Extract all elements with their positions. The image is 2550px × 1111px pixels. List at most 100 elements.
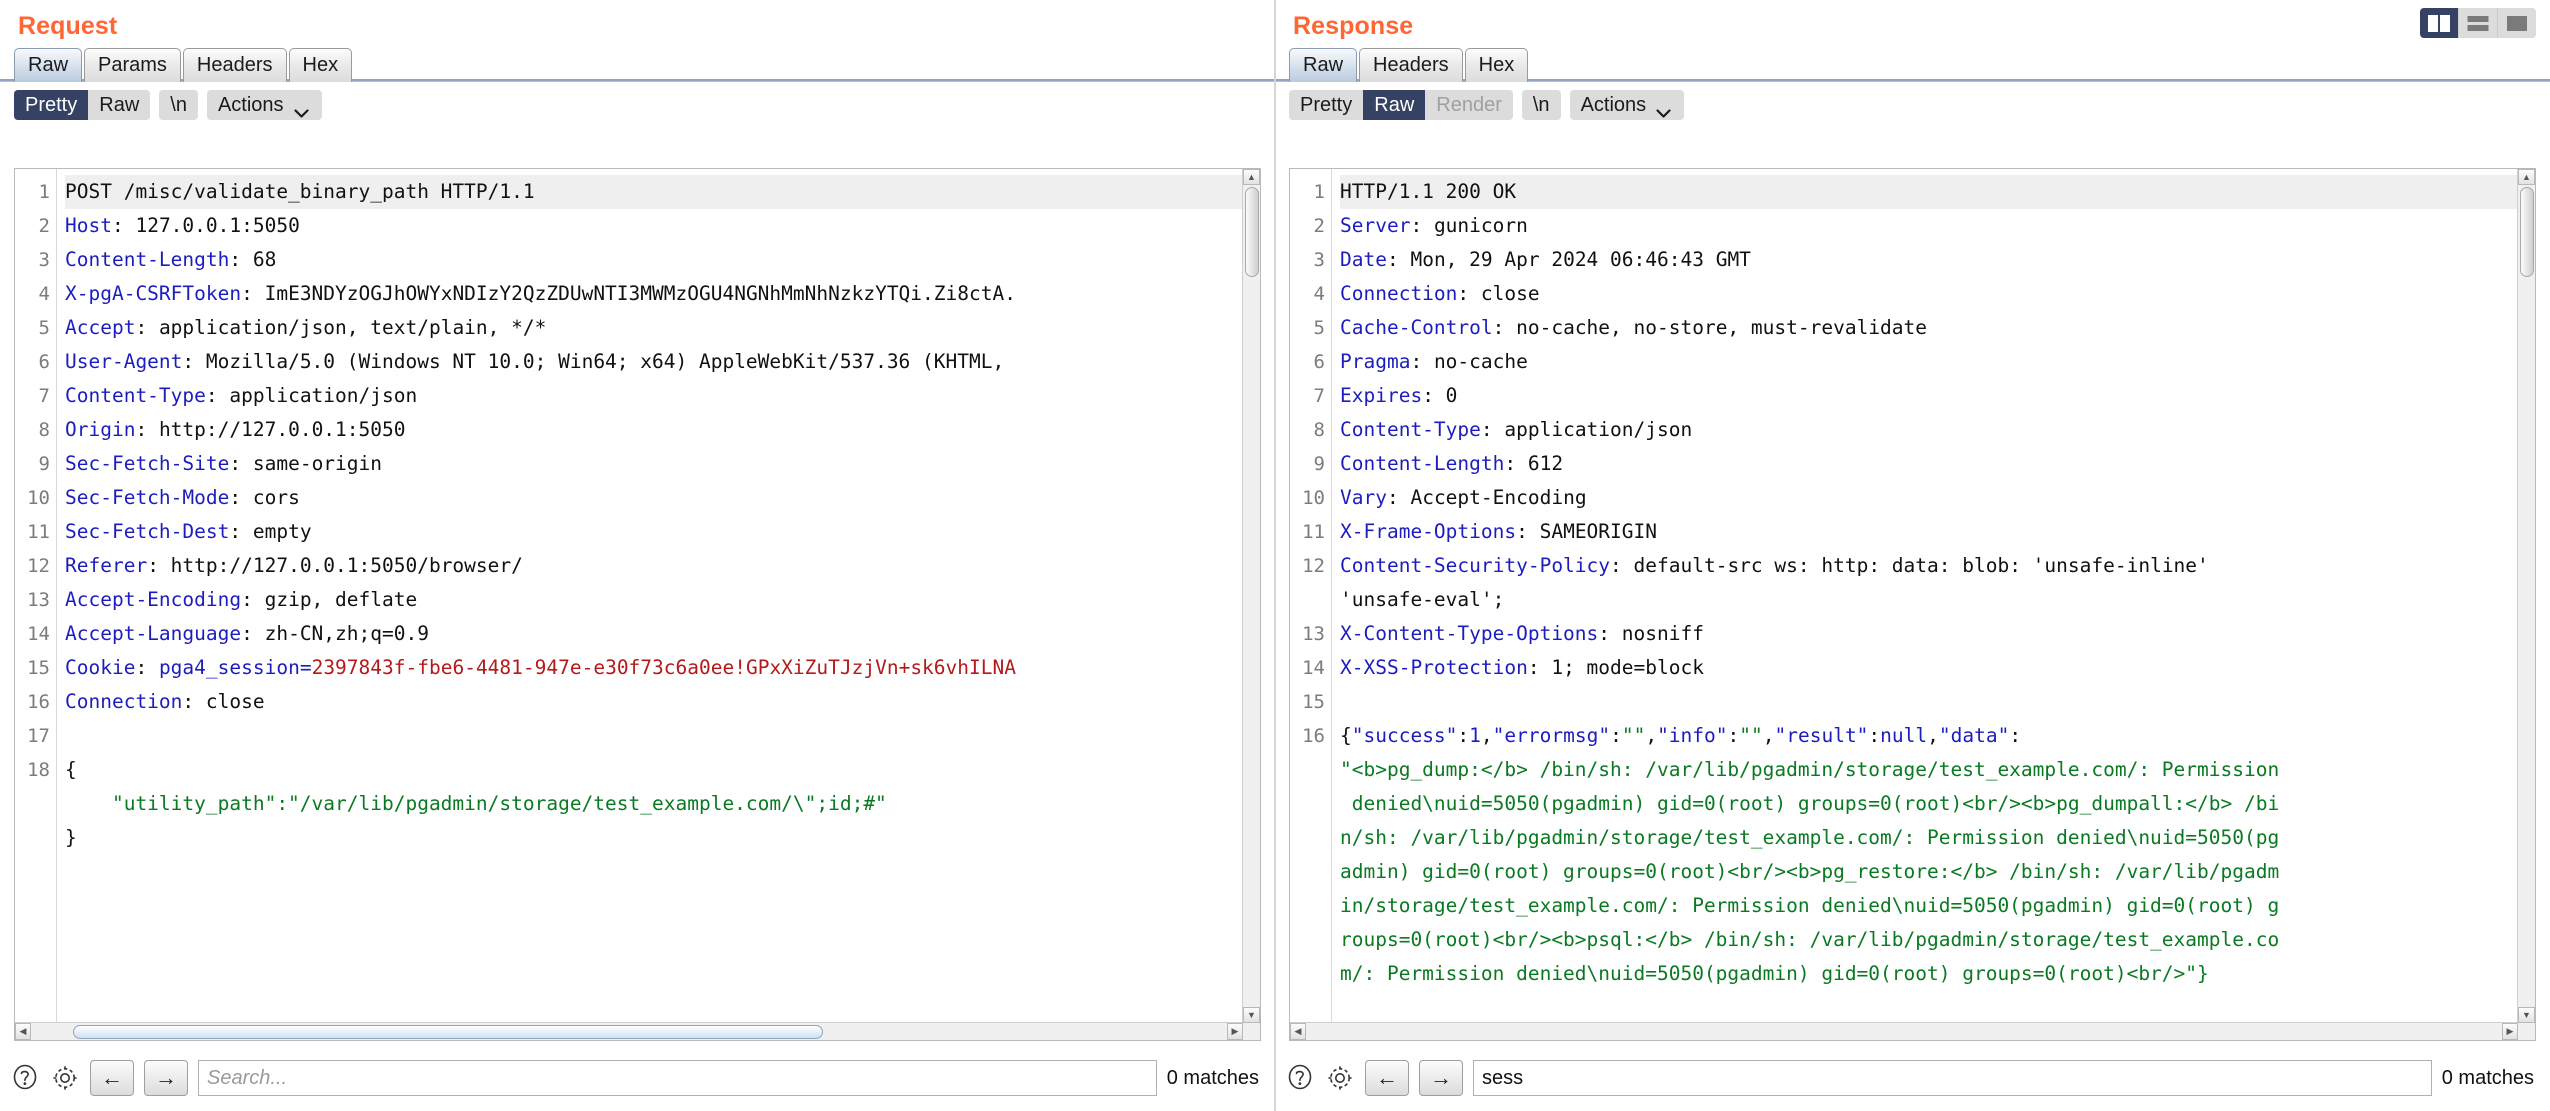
question-mark-icon[interactable]: [1285, 1062, 1315, 1094]
response-render-button[interactable]: Render: [1425, 90, 1513, 120]
request-search-bar: ← → 0 matches: [0, 1045, 1275, 1111]
request-editor-content: 123456789101112131415161718 POST /misc/v…: [15, 169, 1243, 1023]
code-line: Referer: http://127.0.0.1:5050/browser/: [65, 549, 1243, 583]
response-pane: Response Raw Headers Hex Pretty Raw Rend…: [1275, 0, 2550, 1111]
scroll-left-icon[interactable]: ◀: [15, 1023, 31, 1040]
response-newline-button[interactable]: \n: [1522, 90, 1561, 120]
code-line: admin) gid=0(root) groups=0(root)<br/><b…: [1340, 855, 2518, 889]
code-line: Accept-Language: zh-CN,zh;q=0.9: [65, 617, 1243, 651]
code-line: "utility_path":"/var/lib/pgadmin/storage…: [65, 787, 1243, 821]
layout-split-vertical-button[interactable]: [2420, 8, 2459, 38]
scroll-left-icon[interactable]: ◀: [1290, 1023, 1306, 1040]
request-editor[interactable]: 123456789101112131415161718 POST /misc/v…: [14, 168, 1261, 1041]
response-tab-hex[interactable]: Hex: [1465, 48, 1529, 82]
request-vertical-scrollbar[interactable]: ▲ ▼: [1242, 169, 1260, 1023]
request-newline-button[interactable]: \n: [159, 90, 198, 120]
request-panel-title: Request: [0, 0, 1275, 42]
search-prev-button[interactable]: ←: [1365, 1060, 1409, 1096]
response-raw-text: HTTP/1.1 200 OKServer: gunicornDate: Mon…: [1332, 169, 2518, 1023]
response-pretty-button[interactable]: Pretty: [1289, 90, 1363, 120]
response-search-bar: ← → 0 matches: [1275, 1045, 2550, 1111]
layout-split-horizontal-button[interactable]: [2459, 8, 2498, 38]
scroll-down-icon[interactable]: ▼: [2518, 1007, 2535, 1023]
response-search-input[interactable]: [1473, 1060, 2432, 1096]
request-tab-headers[interactable]: Headers: [183, 48, 287, 82]
code-line: {"success":1,"errormsg":"","info":"","re…: [1340, 719, 2518, 753]
response-tabstrip: Raw Headers Hex: [1289, 42, 2550, 82]
code-line: "<b>pg_dump:</b> /bin/sh: /var/lib/pgadm…: [1340, 753, 2518, 787]
gear-icon[interactable]: [1325, 1062, 1355, 1094]
response-scroll-corner: [2518, 1023, 2535, 1040]
chevron-down-icon: [1656, 101, 1671, 110]
request-pane: Request Raw Params Headers Hex Pretty Ra…: [0, 0, 1275, 1111]
request-toolbar: Pretty Raw \n Actions: [0, 82, 1275, 126]
gear-icon[interactable]: [50, 1062, 80, 1094]
code-line: Content-Length: 612: [1340, 447, 2518, 481]
code-line: denied\nuid=5050(pgadmin) gid=0(root) gr…: [1340, 787, 2518, 821]
request-line-numbers: 123456789101112131415161718: [15, 169, 57, 1023]
layout-single-pane-button[interactable]: [2498, 8, 2536, 38]
code-line: Accept: application/json, text/plain, */…: [65, 311, 1243, 345]
request-actions-button[interactable]: Actions: [207, 90, 322, 120]
search-next-button[interactable]: →: [144, 1060, 188, 1096]
code-line: Sec-Fetch-Site: same-origin: [65, 447, 1243, 481]
request-tabstrip: Raw Params Headers Hex: [14, 42, 1275, 82]
code-line: X-Frame-Options: SAMEORIGIN: [1340, 515, 2518, 549]
request-pretty-button[interactable]: Pretty: [14, 90, 88, 120]
request-match-count: 0 matches: [1167, 1067, 1263, 1090]
response-raw-button[interactable]: Raw: [1363, 90, 1425, 120]
scroll-right-icon[interactable]: ▶: [1227, 1023, 1243, 1040]
pane-divider[interactable]: [1274, 0, 1276, 1111]
question-mark-icon[interactable]: [10, 1062, 40, 1094]
code-line: Server: gunicorn: [1340, 209, 2518, 243]
code-line: Content-Security-Policy: default-src ws:…: [1340, 549, 2518, 583]
response-tab-headers[interactable]: Headers: [1359, 48, 1463, 82]
code-line: HTTP/1.1 200 OK: [1340, 175, 2518, 209]
request-hscroll-thumb[interactable]: [73, 1025, 823, 1039]
scroll-up-icon[interactable]: ▲: [1243, 169, 1260, 185]
response-match-count: 0 matches: [2442, 1067, 2538, 1090]
response-tab-raw[interactable]: Raw: [1289, 48, 1357, 82]
scroll-up-icon[interactable]: ▲: [2518, 169, 2535, 185]
request-horizontal-scrollbar[interactable]: ◀ ▶: [15, 1022, 1243, 1040]
request-vscroll-thumb[interactable]: [1245, 187, 1259, 277]
code-line: Content-Type: application/json: [65, 379, 1243, 413]
request-raw-text: POST /misc/validate_binary_path HTTP/1.1…: [57, 169, 1243, 1023]
response-line-numbers: 123456789101112 13141516: [1290, 169, 1332, 1023]
response-horizontal-scrollbar[interactable]: ◀ ▶: [1290, 1022, 2518, 1040]
code-line: n/sh: /var/lib/pgadmin/storage/test_exam…: [1340, 821, 2518, 855]
response-panel-title: Response: [1275, 0, 2550, 42]
code-line: Origin: http://127.0.0.1:5050: [65, 413, 1243, 447]
code-line: X-pgA-CSRFToken: ImE3NDYzOGJhOWYxNDIzY2Q…: [65, 277, 1243, 311]
request-actions-label: Actions: [218, 94, 284, 117]
response-vscroll-thumb[interactable]: [2520, 187, 2534, 277]
request-scroll-corner: [1243, 1023, 1260, 1040]
request-tab-params[interactable]: Params: [84, 48, 181, 82]
request-view-mode-group: Pretty Raw: [14, 90, 150, 120]
code-line: Content-Type: application/json: [1340, 413, 2518, 447]
request-raw-button[interactable]: Raw: [88, 90, 150, 120]
search-prev-button[interactable]: ←: [90, 1060, 134, 1096]
request-tab-hex[interactable]: Hex: [289, 48, 353, 82]
request-tab-raw[interactable]: Raw: [14, 48, 82, 82]
code-line: POST /misc/validate_binary_path HTTP/1.1: [65, 175, 1243, 209]
code-line: Connection: close: [1340, 277, 2518, 311]
code-line: 'unsafe-eval';: [1340, 583, 2518, 617]
code-line: m/: Permission denied\nuid=5050(pgadmin)…: [1340, 957, 2518, 991]
response-toolbar: Pretty Raw Render \n Actions: [1275, 82, 2550, 126]
code-line: Sec-Fetch-Dest: empty: [65, 515, 1243, 549]
scroll-right-icon[interactable]: ▶: [2502, 1023, 2518, 1040]
request-search-input[interactable]: [198, 1060, 1157, 1096]
code-line: roups=0(root)<br/><b>psql:</b> /bin/sh: …: [1340, 923, 2518, 957]
response-vertical-scrollbar[interactable]: ▲ ▼: [2517, 169, 2535, 1023]
code-line: User-Agent: Mozilla/5.0 (Windows NT 10.0…: [65, 345, 1243, 379]
code-line: Accept-Encoding: gzip, deflate: [65, 583, 1243, 617]
search-next-button[interactable]: →: [1419, 1060, 1463, 1096]
response-actions-button[interactable]: Actions: [1570, 90, 1685, 120]
response-editor[interactable]: 123456789101112 13141516 HTTP/1.1 200 OK…: [1289, 168, 2536, 1041]
response-actions-label: Actions: [1581, 94, 1647, 117]
code-line: Cache-Control: no-cache, no-store, must-…: [1340, 311, 2518, 345]
scroll-down-icon[interactable]: ▼: [1243, 1007, 1260, 1023]
code-line: X-XSS-Protection: 1; mode=block: [1340, 651, 2518, 685]
code-line: Host: 127.0.0.1:5050: [65, 209, 1243, 243]
